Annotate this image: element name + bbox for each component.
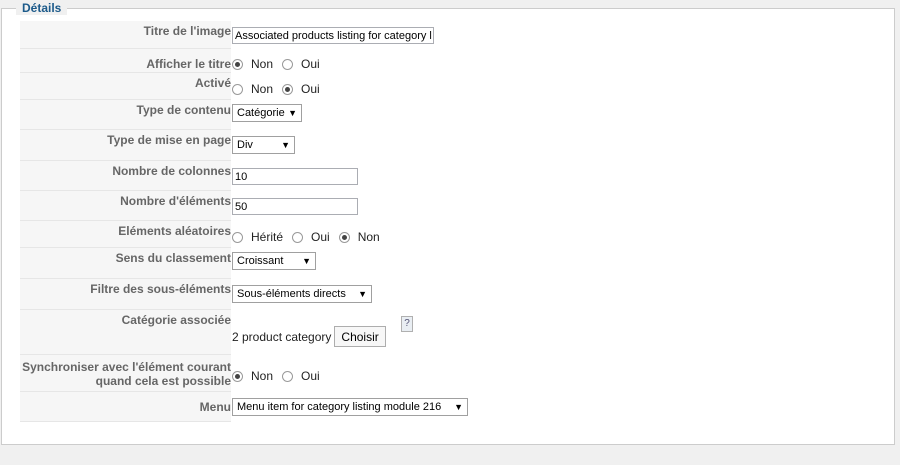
sync-radio-oui[interactable] xyxy=(282,370,294,382)
row-layout-type: Type de mise en page Div ▼ xyxy=(20,130,468,161)
help-icon[interactable]: ? xyxy=(401,316,413,332)
choose-button[interactable]: Choisir xyxy=(334,326,386,347)
row-show-title: Afficher le titre Non Oui xyxy=(20,49,468,73)
row-random: Eléments aléatoires Hérité Oui Non xyxy=(20,221,468,248)
content-type-select[interactable]: Catégorie ▼ xyxy=(232,104,302,122)
show-title-label-non: Non xyxy=(251,57,274,71)
row-content-type: Type de contenu Catégorie ▼ xyxy=(20,100,468,130)
row-category: Catégorie associée 2 product category Ch… xyxy=(20,310,468,355)
category-value: 2 product category xyxy=(232,329,332,344)
details-fieldset: Détails Titre de l'image Associated prod… xyxy=(1,1,895,445)
elements-input[interactable]: 50 xyxy=(232,198,358,215)
random-label-oui: Oui xyxy=(311,230,330,244)
content-type-value: Catégorie xyxy=(237,107,285,119)
label-sub-filter: Filtre des sous-éléments xyxy=(20,279,231,310)
sub-filter-value: Sous-éléments directs xyxy=(237,288,346,300)
row-sort: Sens du classement Croissant ▼ xyxy=(20,248,468,279)
sync-radio-non[interactable] xyxy=(232,370,243,382)
random-label-herite: Hérité xyxy=(251,230,284,244)
sync-label-oui: Oui xyxy=(301,369,320,383)
row-sync: Synchroniser avec l'élément courant quan… xyxy=(20,355,468,392)
chevron-down-icon: ▼ xyxy=(454,402,463,412)
sync-label-non: Non xyxy=(251,369,274,383)
sort-select[interactable]: Croissant ▼ xyxy=(232,252,316,270)
random-label-non: Non xyxy=(357,230,380,244)
chevron-down-icon: ▼ xyxy=(358,289,367,299)
chevron-down-icon: ▼ xyxy=(281,140,290,150)
menu-select[interactable]: Menu item for category listing module 21… xyxy=(232,398,468,416)
params-table: Titre de l'image Associated products lis… xyxy=(20,21,468,422)
layout-type-select[interactable]: Div ▼ xyxy=(232,136,295,154)
title-image-input[interactable]: Associated products listing for category… xyxy=(232,27,434,44)
columns-input[interactable]: 10 xyxy=(232,168,358,185)
label-sync-line1: Synchroniser avec l'élément courant xyxy=(22,360,231,374)
label-title-image: Titre de l'image xyxy=(20,21,231,49)
chevron-down-icon: ▼ xyxy=(302,256,311,266)
label-sync-line2: quand cela est possible xyxy=(95,374,231,388)
details-legend: Détails xyxy=(16,1,68,15)
label-random: Eléments aléatoires xyxy=(20,221,231,248)
label-elements: Nombre d'éléments xyxy=(20,191,231,221)
show-title-radio-non[interactable] xyxy=(232,58,243,70)
sub-filter-select[interactable]: Sous-éléments directs ▼ xyxy=(232,285,372,303)
random-radio-oui[interactable] xyxy=(292,231,304,243)
label-content-type: Type de contenu xyxy=(20,100,231,130)
label-category: Catégorie associée xyxy=(20,310,231,355)
label-menu: Menu xyxy=(20,392,231,422)
label-sync: Synchroniser avec l'élément courant quan… xyxy=(20,355,231,392)
label-show-title: Afficher le titre xyxy=(20,49,231,73)
active-label-non: Non xyxy=(251,82,274,96)
chevron-down-icon: ▼ xyxy=(288,108,297,118)
random-radio-herite[interactable] xyxy=(232,231,243,243)
row-elements: Nombre d'éléments 50 xyxy=(20,191,468,221)
layout-type-value: Div xyxy=(237,139,253,151)
label-layout-type: Type de mise en page xyxy=(20,130,231,161)
label-columns: Nombre de colonnes xyxy=(20,161,231,191)
row-columns: Nombre de colonnes 10 xyxy=(20,161,468,191)
row-menu: Menu Menu item for category listing modu… xyxy=(20,392,468,422)
row-active: Activé Non Oui xyxy=(20,73,468,100)
row-sub-filter: Filtre des sous-éléments Sous-éléments d… xyxy=(20,279,468,310)
random-radio-non[interactable] xyxy=(338,231,350,243)
label-active: Activé xyxy=(20,73,231,100)
menu-value: Menu item for category listing module 21… xyxy=(237,401,442,413)
show-title-radio-oui[interactable] xyxy=(282,58,294,70)
sort-value: Croissant xyxy=(237,255,284,267)
active-label-oui: Oui xyxy=(301,82,320,96)
active-radio-non[interactable] xyxy=(232,83,243,95)
row-title-image: Titre de l'image Associated products lis… xyxy=(20,21,468,49)
active-radio-oui[interactable] xyxy=(282,83,294,95)
show-title-label-oui: Oui xyxy=(301,57,320,71)
label-sort: Sens du classement xyxy=(20,248,231,279)
